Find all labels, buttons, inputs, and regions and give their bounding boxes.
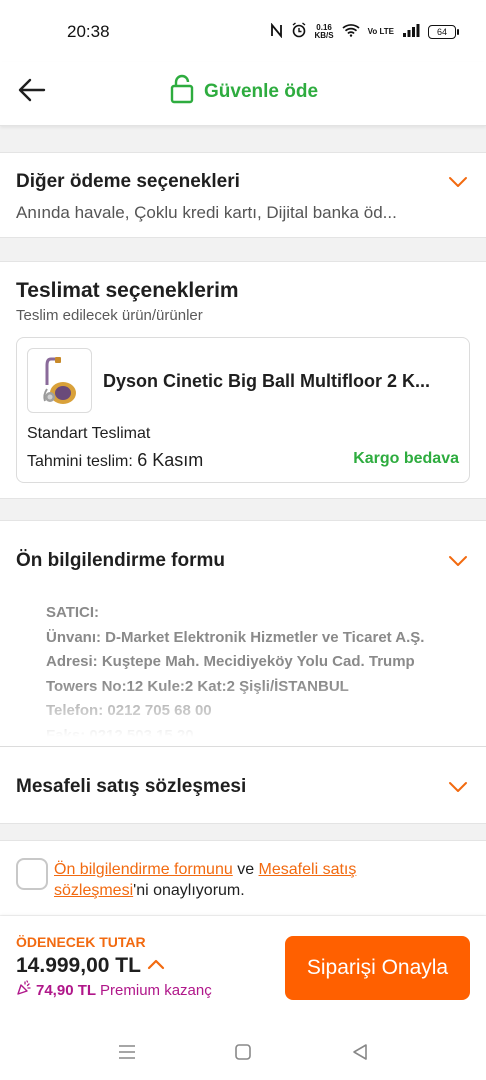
delivery-card: Teslimat seçeneklerim Teslim edilecek ür…: [0, 261, 486, 499]
arrow-left-icon: [18, 78, 46, 107]
eta-label: Tahmini teslim:: [27, 453, 133, 470]
total-label: ÖDENECEK TUTAR: [16, 934, 146, 950]
consent-card: Ön bilgilendirme formunu ve Mesafeli sat…: [0, 840, 486, 915]
total-summary-toggle[interactable]: 14.999,00 TL: [16, 954, 165, 978]
net-speed: 0.16 KB/S: [314, 23, 334, 40]
total-amount: 14.999,00 TL: [16, 954, 141, 977]
volte-icon: Vo LTE: [367, 26, 394, 36]
form-line: Adresi: Kuştepe Mah. Mecidiyeköy Yolu Ca…: [46, 653, 415, 670]
chevron-down-icon[interactable]: [448, 172, 468, 192]
pre-info-form-title[interactable]: Ön bilgilendirme formu: [16, 550, 225, 572]
page-title: Güvenle öde: [204, 80, 319, 102]
premium-text: Premium kazanç: [100, 981, 212, 999]
signal-icon: [402, 23, 420, 40]
consent-suffix: 'ni onaylıyorum.: [133, 882, 245, 899]
payment-options-description: Anında havale, Çoklu kredi kartı, Dijita…: [16, 203, 397, 222]
menu-icon[interactable]: [115, 1040, 139, 1064]
status-icons: 0.16 KB/S Vo LTE 64: [270, 21, 459, 41]
system-navigation-bar: [0, 1024, 486, 1080]
free-shipping-badge: Kargo bedava: [353, 450, 459, 467]
chevron-down-icon[interactable]: [448, 777, 468, 797]
battery-icon: 64: [428, 24, 459, 39]
form-line: Towers No:12 Kule:2 Kat:2 Şişli/İSTANBUL: [46, 677, 349, 695]
premium-earnings: 74,90 TL Premium kazanç: [16, 980, 234, 1000]
delivery-title: Teslimat seçeneklerim: [16, 279, 239, 302]
product-name[interactable]: Dyson Cinetic Big Ball Multifloor 2 K...: [103, 371, 449, 392]
premium-amount: 74,90 TL: [36, 981, 97, 999]
home-icon[interactable]: [231, 1040, 255, 1064]
back-triangle-icon[interactable]: [348, 1040, 372, 1064]
alarm-icon: [291, 22, 307, 41]
status-bar: 20:38 0.16 KB/S Vo LTE 64: [0, 0, 486, 62]
package-box: Dyson Cinetic Big Ball Multifloor 2 K...…: [16, 337, 470, 483]
pre-info-form-link[interactable]: Ön bilgilendirme formunu: [54, 861, 233, 878]
consent-text: Ön bilgilendirme formunu ve Mesafeli sat…: [54, 859, 384, 901]
chevron-down-icon[interactable]: [448, 551, 468, 571]
delivery-subtitle: Teslim edilecek ürün/ürünler: [16, 307, 203, 324]
confirm-order-button[interactable]: Siparişi Onayla: [285, 936, 470, 1000]
back-button[interactable]: [14, 74, 50, 110]
payment-options-card[interactable]: Diğer ödeme seçenekleri Anında havale, Ç…: [0, 152, 486, 238]
eta-date: 6 Kasım: [137, 450, 204, 470]
status-time: 20:38: [67, 22, 110, 41]
header: Güvenle öde: [0, 62, 486, 126]
distance-contract-title: Mesafeli satış sözleşmesi: [16, 776, 247, 797]
estimated-delivery: Tahmini teslim: 6 Kasım: [27, 450, 203, 471]
lock-icon: [170, 74, 194, 109]
pre-info-form-content[interactable]: SATICI: Ünvanı: D-Market Elektronik Hizm…: [46, 601, 446, 737]
shipping-type: Standart Teslimat: [27, 425, 151, 442]
distance-contract-card[interactable]: Mesafeli satış sözleşmesi: [0, 746, 486, 824]
consent-connector: ve: [232, 861, 259, 878]
secure-payment-badge: Güvenle öde: [170, 74, 318, 109]
product-thumbnail[interactable]: [27, 348, 92, 413]
payment-options-title: Diğer ödeme seçenekleri: [16, 171, 240, 192]
chevron-up-icon: [147, 957, 165, 976]
form-line: Ünvanı: D-Market Elektronik Hizmetler ve…: [46, 628, 425, 646]
form-line: Telefon: 0212 705 68 00: [46, 702, 212, 719]
net-speed-unit: KB/S: [314, 30, 334, 40]
consent-checkbox[interactable]: [16, 858, 48, 890]
pre-info-form-card: Ön bilgilendirme formu SATICI: Ünvanı: D…: [0, 520, 486, 746]
wifi-icon: [342, 23, 360, 40]
nfc-icon: [270, 21, 283, 41]
checkout-footer: ÖDENECEK TUTAR 14.999,00 TL 74,90 TL Pre…: [0, 916, 486, 1024]
form-line: SATICI:: [46, 604, 100, 621]
confetti-icon: [16, 980, 32, 1000]
form-line: Faks: 0212 503 15 20: [46, 726, 194, 738]
